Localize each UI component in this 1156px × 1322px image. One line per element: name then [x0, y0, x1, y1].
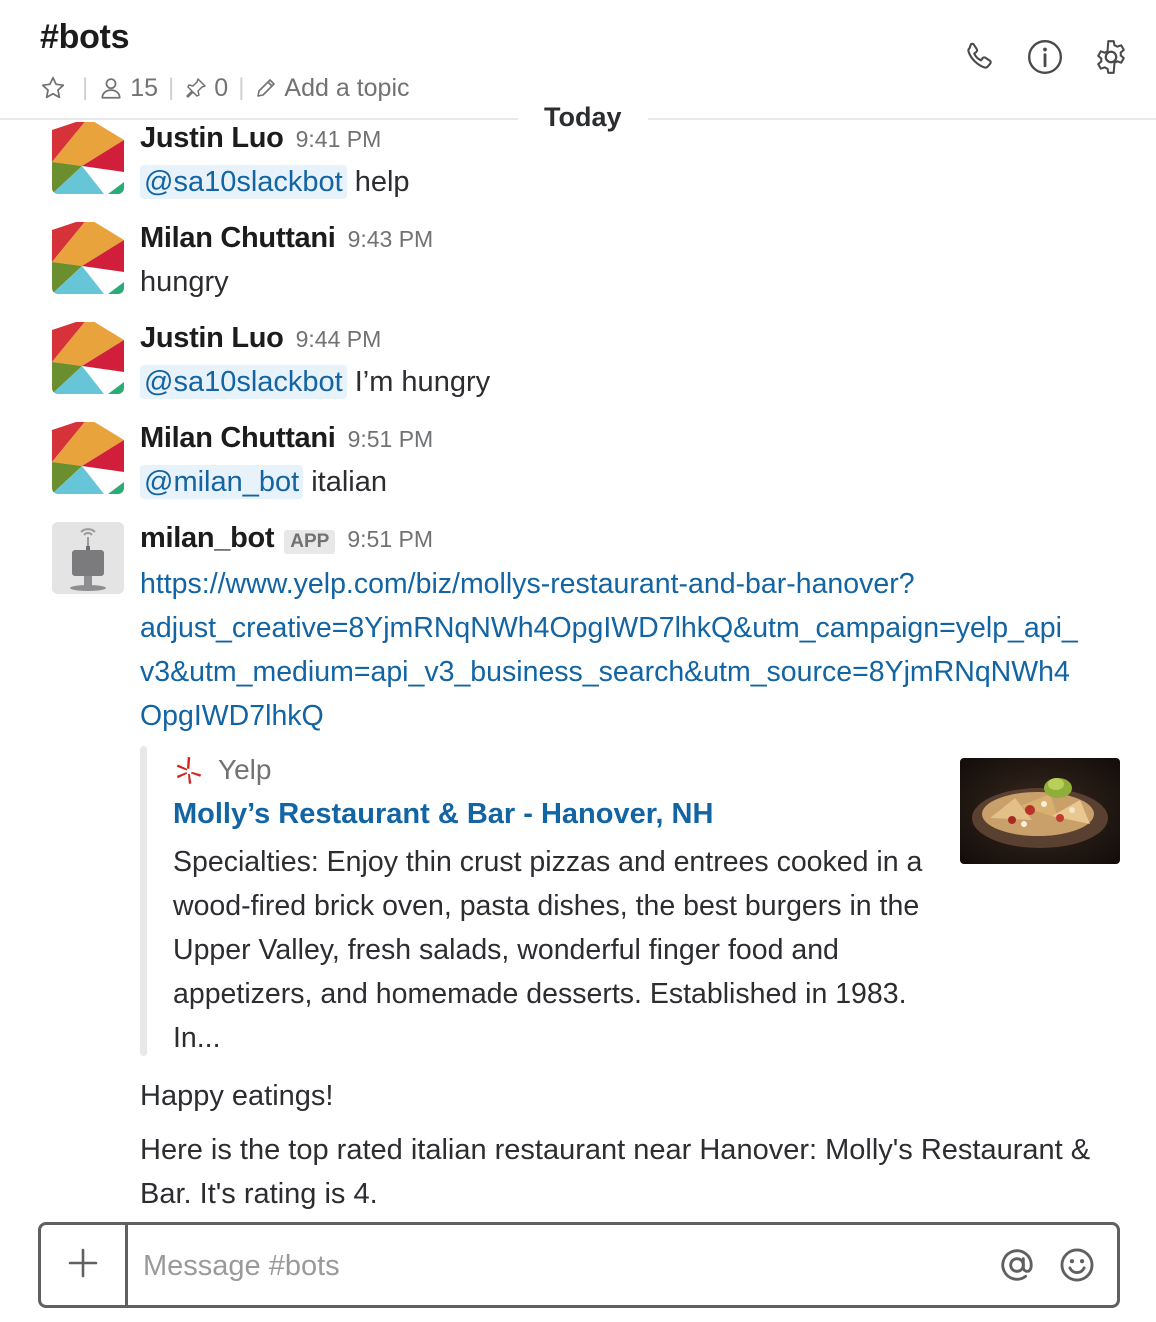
user-mention[interactable]: @sa10slackbot [140, 365, 347, 399]
message-header: milan_bot APP 9:51 PM [140, 522, 433, 555]
meta-separator: | [238, 74, 245, 101]
attachment-title-link[interactable]: Molly’s Restaurant & Bar - Hanover, NH [173, 798, 713, 831]
message-content: italian [311, 466, 387, 498]
author-name[interactable]: Milan Chuttani [140, 222, 336, 255]
attachment-thumbnail[interactable] [960, 758, 1120, 864]
app-badge: APP [284, 530, 336, 554]
message-text: hungry [140, 266, 229, 299]
timestamp[interactable]: 9:44 PM [296, 326, 382, 353]
person-icon [98, 75, 124, 101]
pin-icon [184, 76, 208, 100]
message-input[interactable] [141, 1239, 965, 1293]
pencil-icon [254, 76, 278, 100]
message-text: @sa10slackbot help [140, 165, 410, 199]
info-icon[interactable] [1024, 36, 1066, 78]
plus-icon[interactable] [67, 1247, 99, 1284]
pinned-count[interactable]: 0 [214, 74, 228, 103]
smiley-icon[interactable] [1055, 1243, 1099, 1287]
link-line[interactable]: OpgIWD7lhkQ [140, 694, 1130, 738]
gear-icon[interactable] [1090, 36, 1132, 78]
message-composer [38, 1222, 1120, 1308]
header-actions [958, 36, 1132, 78]
channel-title[interactable]: #bots [40, 18, 129, 57]
author-name[interactable]: Milan Chuttani [140, 422, 336, 455]
bot-followup-text: Happy eatings! [140, 1080, 334, 1112]
message-content: help [354, 166, 410, 198]
timestamp[interactable]: 9:43 PM [348, 226, 434, 253]
author-name[interactable]: milan_bot [140, 522, 275, 555]
author-name[interactable]: Justin Luo [140, 322, 284, 355]
yelp-burst-icon [174, 755, 204, 785]
at-sign-icon[interactable] [995, 1243, 1039, 1287]
message-header: Justin Luo 9:44 PM [140, 322, 381, 355]
message-header: Milan Chuttani 9:51 PM [140, 422, 433, 455]
meta-separator: | [82, 74, 89, 101]
bot-followup-text: Here is the top rated italian restaurant… [140, 1134, 1091, 1210]
attachment-service: Yelp [174, 754, 271, 786]
author-name[interactable]: Justin Luo [140, 122, 284, 155]
message-content: hungry [140, 266, 229, 298]
bot-avatar[interactable] [52, 522, 124, 594]
star-icon[interactable] [40, 75, 66, 101]
member-count[interactable]: 15 [130, 74, 158, 103]
message-content: I’m hungry [354, 366, 491, 398]
timestamp[interactable]: 9:41 PM [296, 126, 382, 153]
avatar[interactable] [52, 222, 124, 294]
timestamp[interactable]: 9:51 PM [348, 426, 434, 453]
message-header: Milan Chuttani 9:43 PM [140, 222, 433, 255]
avatar[interactable] [52, 422, 124, 494]
phone-icon[interactable] [958, 36, 1000, 78]
yelp-link[interactable]: https://www.yelp.com/biz/mollys-restaura… [140, 562, 1130, 738]
link-line[interactable]: https://www.yelp.com/biz/mollys-restaura… [140, 562, 1130, 606]
channel-meta: | 15 | 0 | Add a topic [40, 70, 410, 106]
avatar[interactable] [52, 122, 124, 194]
link-line[interactable]: adjust_creative=8YjmRNqNWh4OpgIWD7lhkQ&u… [140, 606, 1130, 650]
user-mention[interactable]: @milan_bot [140, 465, 304, 499]
user-mention[interactable]: @sa10slackbot [140, 165, 347, 199]
message-text: @sa10slackbot I’m hungry [140, 365, 491, 399]
avatar[interactable] [52, 322, 124, 394]
meta-separator: | [168, 74, 175, 101]
link-unfurl-attachment: Yelp Molly’s Restaurant & Bar - Hanover,… [140, 746, 1130, 1056]
attachment-bar [140, 746, 147, 1056]
link-line[interactable]: v3&utm_medium=api_v3_business_search&utm… [140, 650, 1130, 694]
day-divider-label: Today [518, 98, 648, 137]
attachment-description: Specialties: Enjoy thin crust pizzas and… [173, 846, 923, 1054]
timestamp[interactable]: 9:51 PM [347, 526, 433, 553]
attachment-service-name: Yelp [218, 754, 272, 785]
add-topic-link[interactable]: Add a topic [284, 74, 409, 103]
add-attachment-button[interactable] [41, 1225, 128, 1305]
message-header: Justin Luo 9:41 PM [140, 122, 381, 155]
message-text: @milan_bot italian [140, 465, 387, 499]
